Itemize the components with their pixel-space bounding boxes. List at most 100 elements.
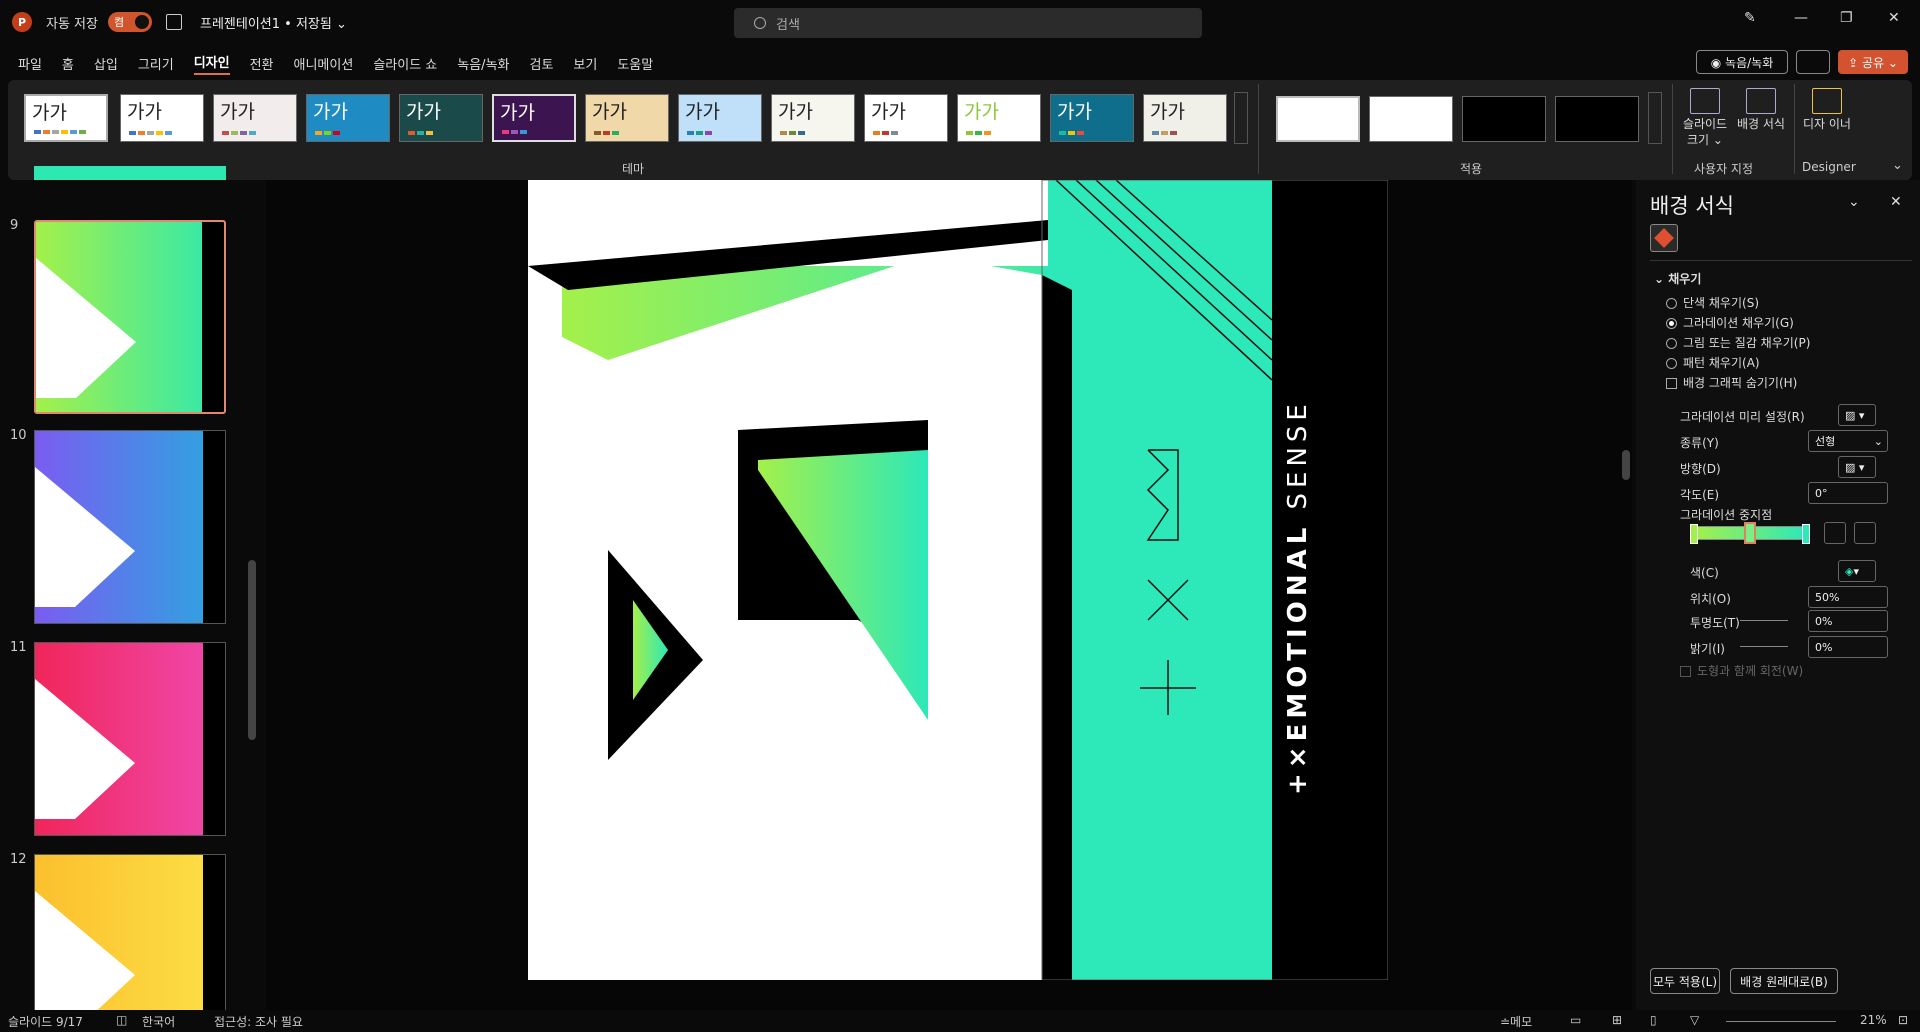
gradient-fill-radio[interactable]: 그라데이션 채우기(G): [1666, 314, 1794, 331]
pattern-fill-radio[interactable]: 패턴 채우기(A): [1666, 354, 1760, 371]
gradient-stop-handle-selected[interactable]: [1744, 522, 1756, 544]
theme-5[interactable]: 가가: [399, 94, 483, 142]
checkbox-box[interactable]: [1666, 378, 1677, 389]
hide-bg-graphics-checkbox[interactable]: 배경 그래픽 숨기기(H): [1666, 374, 1797, 391]
gradient-stop-handle[interactable]: [1802, 524, 1810, 544]
solid-fill-radio[interactable]: 단색 채우기(S): [1666, 294, 1759, 311]
radio-solid[interactable]: [1666, 298, 1677, 309]
slide-sorter-icon[interactable]: ⊞: [1612, 1013, 1622, 1027]
notes-button[interactable]: ≐메모: [1500, 1013, 1532, 1030]
minimize-icon[interactable]: —: [1794, 10, 1808, 26]
theme-3[interactable]: 가가: [213, 94, 297, 142]
radio-pattern[interactable]: [1666, 358, 1677, 369]
direction-dropdown[interactable]: ▨ ▾: [1838, 456, 1876, 478]
reset-background-button[interactable]: 배경 원래대로(B): [1730, 968, 1838, 994]
close-icon[interactable]: ✕: [1888, 10, 1900, 26]
panel-options-icon[interactable]: ⌄: [1848, 194, 1860, 210]
tab-slideshow[interactable]: 슬라이드 쇼: [373, 54, 437, 73]
search-input[interactable]: 검색: [734, 8, 1202, 38]
tab-review[interactable]: 검토: [530, 54, 554, 73]
pen-icon[interactable]: ✎: [1744, 10, 1756, 26]
fill-bucket-icon[interactable]: [1650, 224, 1678, 252]
slide-thumbnail-9[interactable]: [34, 220, 226, 414]
quick-access-icon[interactable]: [165, 14, 182, 30]
position-input[interactable]: 50%: [1808, 586, 1888, 608]
record-button[interactable]: ◉ 녹음/녹화: [1696, 50, 1788, 74]
current-slide[interactable]: +×EMOTIONAL SENSE: [528, 180, 1388, 980]
normal-view-icon[interactable]: ▭: [1570, 1013, 1581, 1027]
accessibility-status[interactable]: 접근성: 조사 필요: [214, 1013, 303, 1030]
theme-gallery-scroll[interactable]: [1234, 92, 1248, 144]
theme-2[interactable]: 가가: [120, 94, 204, 142]
designer-button[interactable]: 디자 이너: [1800, 88, 1854, 132]
tab-animations[interactable]: 애니메이션: [294, 54, 354, 73]
theme-7[interactable]: 가가: [585, 94, 669, 142]
theme-4[interactable]: 가가: [306, 94, 390, 142]
variant-2[interactable]: [1369, 96, 1453, 142]
slide-thumbnail-11[interactable]: [34, 642, 226, 836]
variant-4[interactable]: [1555, 96, 1639, 142]
radio-picture[interactable]: [1666, 338, 1677, 349]
preset-dropdown[interactable]: ▨ ▾: [1838, 404, 1876, 426]
transparency-slider[interactable]: [1740, 620, 1788, 621]
paint-bucket-icon: ◈: [1845, 564, 1854, 578]
apply-to-all-button[interactable]: 모두 적용(L): [1650, 968, 1720, 994]
transparency-value: 0%: [1815, 614, 1833, 628]
tab-home[interactable]: 홈: [62, 54, 74, 73]
fit-to-window-icon[interactable]: ⊡: [1898, 1013, 1908, 1027]
tab-file[interactable]: 파일: [18, 54, 42, 73]
theme-9[interactable]: 가가: [771, 94, 855, 142]
theme-6[interactable]: 가가: [492, 94, 576, 142]
thumbnail-partial[interactable]: [34, 166, 226, 180]
tab-design[interactable]: 디자인: [193, 52, 230, 75]
zoom-level[interactable]: 21%: [1860, 1013, 1887, 1027]
autosave-toggle[interactable]: 켬: [107, 12, 152, 32]
theme-12[interactable]: 가가: [1050, 94, 1134, 142]
format-background-button[interactable]: 배경 서식: [1734, 88, 1788, 132]
slideshow-icon[interactable]: ▽: [1690, 1013, 1699, 1027]
canvas-scrollbar[interactable]: [1622, 450, 1630, 480]
reading-view-icon[interactable]: ▯: [1650, 1013, 1657, 1027]
tab-draw[interactable]: 그리기: [138, 54, 174, 73]
theme-13[interactable]: 가가: [1143, 94, 1227, 142]
transparency-input[interactable]: 0%: [1808, 610, 1888, 632]
add-stop-icon[interactable]: [1824, 522, 1846, 544]
theme-11[interactable]: 가가: [957, 94, 1041, 142]
language-label[interactable]: 한국어: [142, 1013, 175, 1030]
slide-thumbnail-12[interactable]: [34, 854, 226, 1014]
variant-gallery-scroll[interactable]: [1648, 92, 1662, 144]
comments-button[interactable]: [1796, 50, 1830, 74]
variant-1[interactable]: [1276, 96, 1360, 142]
brightness-input[interactable]: 0%: [1808, 636, 1888, 658]
fill-section-header[interactable]: ⌄ 채우기: [1654, 270, 1701, 287]
theme-8[interactable]: 가가: [678, 94, 762, 142]
tab-view[interactable]: 보기: [573, 54, 597, 73]
type-dropdown[interactable]: 선형 ⌄: [1808, 430, 1888, 452]
theme-office[interactable]: 가가: [24, 94, 108, 142]
document-title[interactable]: 프레젠테이션1 • 저장됨 ⌄: [200, 13, 347, 32]
variant-3[interactable]: [1462, 96, 1546, 142]
tab-transitions[interactable]: 전환: [250, 54, 274, 73]
slide-thumbnail-10[interactable]: [34, 430, 226, 624]
checkbox-box[interactable]: [1680, 666, 1691, 677]
color-picker-button[interactable]: ◈ ▾: [1838, 560, 1876, 582]
zoom-slider[interactable]: [1726, 1021, 1836, 1022]
remove-stop-icon[interactable]: [1854, 522, 1876, 544]
share-button[interactable]: ⇪ 공유 ⌄: [1838, 50, 1908, 74]
brightness-slider[interactable]: [1740, 646, 1788, 647]
tab-help[interactable]: 도움말: [617, 54, 653, 73]
picture-fill-radio[interactable]: 그림 또는 질감 채우기(P): [1666, 334, 1810, 351]
panel-close-icon[interactable]: ✕: [1890, 194, 1902, 210]
gradient-stop-handle[interactable]: [1690, 524, 1698, 544]
spell-check-icon[interactable]: ◫: [116, 1013, 127, 1027]
slide-size-button[interactable]: 슬라이드 크기 ⌄: [1678, 88, 1732, 148]
thumbnails-scrollbar[interactable]: [248, 560, 256, 740]
theme-10[interactable]: 가가: [864, 94, 948, 142]
collapse-ribbon-icon[interactable]: ⌄: [1892, 158, 1903, 173]
angle-input[interactable]: 0°: [1808, 482, 1888, 504]
restore-icon[interactable]: ❐: [1840, 10, 1853, 26]
tab-record[interactable]: 녹음/녹화: [457, 54, 509, 73]
radio-gradient[interactable]: [1666, 318, 1677, 329]
tab-insert[interactable]: 삽입: [94, 54, 118, 73]
rotate-with-shape-checkbox[interactable]: 도형과 함께 회전(W): [1680, 662, 1803, 679]
